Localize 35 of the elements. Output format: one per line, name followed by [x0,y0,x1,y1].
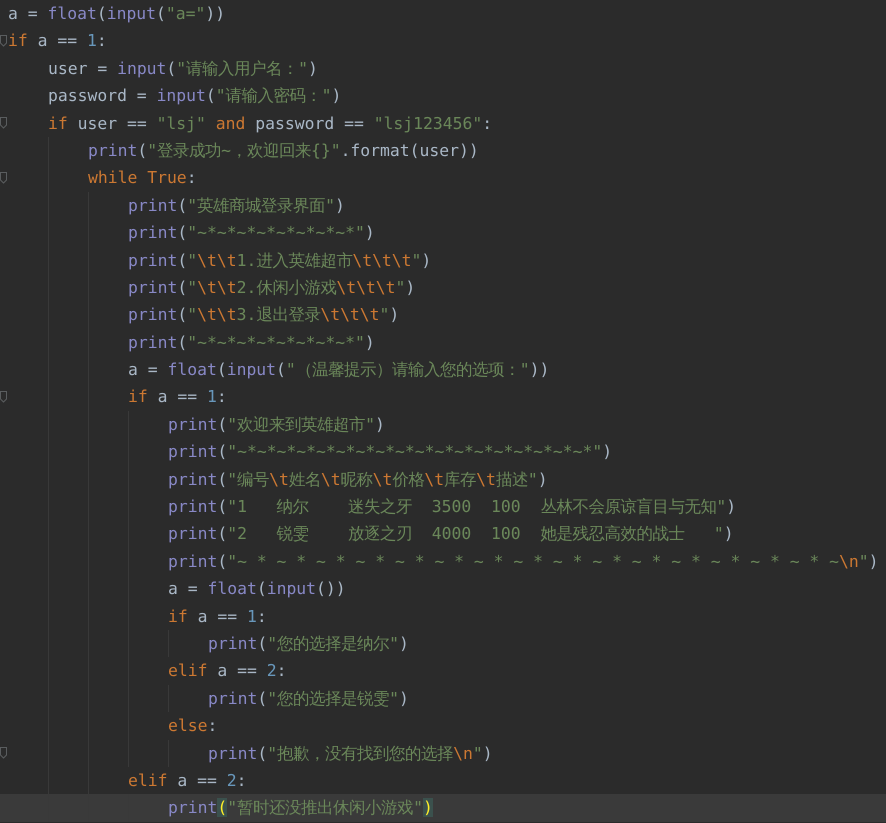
fold-marker-icon[interactable] [0,172,7,184]
fold-marker-icon[interactable] [0,35,7,48]
code-text: print("~ * ~ * ~ * ~ * ~ * ~ * ~ * ~ * ~ * ~ * ~ * ~ * ~ * ~ * ~ * ~\n") [168,550,879,573]
code-text: if user == "lsj" and password == "lsj123456": [48,112,492,135]
code-text: user = input("请输入用户名：") [48,58,318,80]
code-text: print("英雄商城登录界面") [128,194,345,217]
code-text: print("\t\t 1.进入英雄超市\t\t\t") [128,250,432,272]
code-text: print("登录成功~，欢迎回来{}".format(user)) [88,140,479,162]
code-text: print("~*~*~*~*~*~*~*~*~*~*~*~*~*~*~*~*~*~*") [168,441,612,464]
code-text: print("~*~*~*~*~*~*~*~*") [128,222,375,244]
code-text: elif a == 2: [168,660,286,682]
code-text: if a == 1: [8,30,107,52]
fold-marker-icon[interactable] [0,117,7,130]
code-text: print("您的选择是纳尔") [208,632,409,655]
code-text: elif a == 2: [128,770,246,792]
code-text: print("1 纳尔 迷失之牙 3500 100 丛林不会原谅盲目与无知") [168,496,736,518]
code-text: else: [168,715,218,738]
code-text: print("~*~*~*~*~*~*~*~*") [128,332,375,354]
code-text: while True: [88,167,197,190]
code-text: print("欢迎来到英雄超市") [168,414,385,436]
code-text: if a == 1: [168,606,267,628]
code-text: print("2 锐雯 放逐之刃 4000 100 她是残忍高效的战士 ") [168,523,734,546]
code-text: print("\t\t2.休闲小游戏\t\t\t") [128,276,416,299]
fold-marker-icon[interactable] [0,391,7,404]
code-text: if a == 1: [128,386,227,408]
code-text: a = float(input()) [168,578,346,600]
code-text: print("暂时还没推出休闲小游戏") [168,797,433,820]
code-text: a = float(input("（温馨提示）请输入您的选项：")) [128,359,550,382]
code-text: print("\t\t3.退出登录\t\t\t") [128,304,400,326]
code-text: print("抱歉，没有找到您的选择\n") [208,742,493,765]
code-text: print("您的选择是锐雯") [208,688,409,710]
code-text: password = input("请输入密码：") [48,85,342,108]
code-text: a = float(input("a=")) [8,3,226,25]
code-text: print("编号\t姓名\t昵称\t价格\t库存\t描述") [168,468,548,491]
fold-marker-icon[interactable] [0,747,7,760]
